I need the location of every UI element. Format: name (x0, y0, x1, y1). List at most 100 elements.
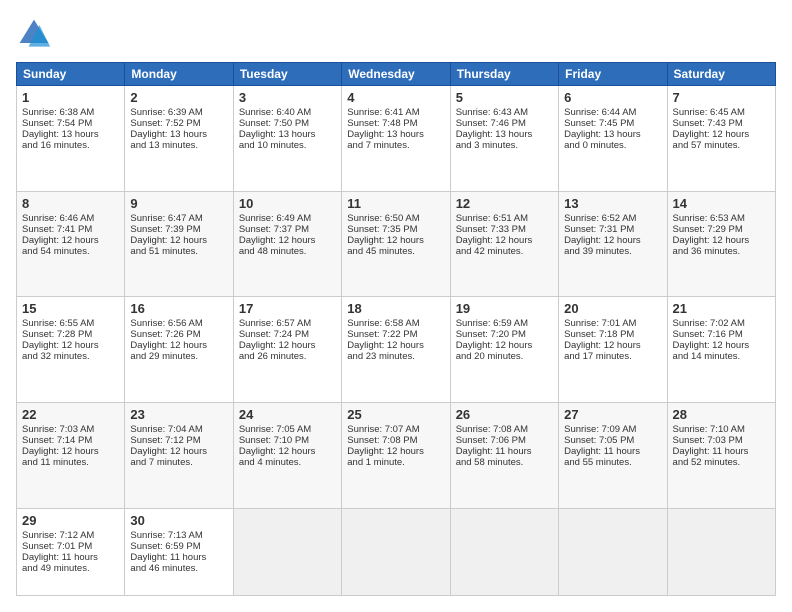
day-info-line: Sunset: 7:31 PM (564, 224, 661, 235)
day-info-line: Sunset: 7:14 PM (22, 435, 119, 446)
day-info-line: Sunrise: 7:02 AM (673, 318, 770, 329)
day-info-line: Sunset: 7:08 PM (347, 435, 444, 446)
day-number: 18 (347, 301, 444, 316)
day-number: 20 (564, 301, 661, 316)
calendar-cell: 17Sunrise: 6:57 AMSunset: 7:24 PMDayligh… (233, 297, 341, 403)
day-info-line: Sunset: 7:48 PM (347, 118, 444, 129)
day-number: 24 (239, 407, 336, 422)
day-info-line: Sunset: 7:12 PM (130, 435, 227, 446)
calendar-cell: 29Sunrise: 7:12 AMSunset: 7:01 PMDayligh… (17, 508, 125, 595)
day-info-line: Sunrise: 6:50 AM (347, 213, 444, 224)
day-info-line: and 48 minutes. (239, 246, 336, 257)
calendar-cell: 14Sunrise: 6:53 AMSunset: 7:29 PMDayligh… (667, 191, 775, 297)
day-info-line: Daylight: 12 hours (564, 340, 661, 351)
day-info-line: and 54 minutes. (22, 246, 119, 257)
day-number: 28 (673, 407, 770, 422)
day-info-line: Sunset: 7:24 PM (239, 329, 336, 340)
day-info-line: Daylight: 12 hours (22, 446, 119, 457)
day-info-line: Sunset: 7:39 PM (130, 224, 227, 235)
day-number: 12 (456, 196, 553, 211)
calendar-cell (667, 508, 775, 595)
day-info-line: and 58 minutes. (456, 457, 553, 468)
calendar-cell: 19Sunrise: 6:59 AMSunset: 7:20 PMDayligh… (450, 297, 558, 403)
calendar-table: SundayMondayTuesdayWednesdayThursdayFrid… (16, 62, 776, 596)
day-info-line: Sunset: 7:41 PM (22, 224, 119, 235)
day-info-line: Sunset: 7:05 PM (564, 435, 661, 446)
day-info-line: Daylight: 12 hours (239, 340, 336, 351)
calendar-cell: 30Sunrise: 7:13 AMSunset: 6:59 PMDayligh… (125, 508, 233, 595)
day-info-line: Sunset: 7:45 PM (564, 118, 661, 129)
day-info-line: and 29 minutes. (130, 351, 227, 362)
day-info-line: Daylight: 12 hours (456, 340, 553, 351)
day-info-line: and 46 minutes. (130, 563, 227, 574)
day-info-line: Daylight: 11 hours (456, 446, 553, 457)
day-number: 11 (347, 196, 444, 211)
calendar-cell (559, 508, 667, 595)
day-info-line: Daylight: 13 hours (22, 129, 119, 140)
calendar-cell: 22Sunrise: 7:03 AMSunset: 7:14 PMDayligh… (17, 403, 125, 509)
calendar-cell: 1 Sunrise: 6:38 AMSunset: 7:54 PMDaylight… (17, 86, 125, 192)
day-info-line: Sunset: 7:50 PM (239, 118, 336, 129)
calendar-cell: 24Sunrise: 7:05 AMSunset: 7:10 PMDayligh… (233, 403, 341, 509)
day-info-line: Sunrise: 6:43 AM (456, 107, 553, 118)
day-info-line: Daylight: 12 hours (239, 235, 336, 246)
calendar-cell (450, 508, 558, 595)
day-info-line: Sunset: 7:54 PM (22, 118, 119, 129)
day-info-line: Daylight: 12 hours (347, 235, 444, 246)
day-info-line: Daylight: 11 hours (22, 552, 119, 563)
calendar-cell: 18Sunrise: 6:58 AMSunset: 7:22 PMDayligh… (342, 297, 450, 403)
day-number: 13 (564, 196, 661, 211)
day-info-line: Sunset: 7:18 PM (564, 329, 661, 340)
day-info-line: and 14 minutes. (673, 351, 770, 362)
calendar-cell: 9Sunrise: 6:47 AMSunset: 7:39 PMDaylight… (125, 191, 233, 297)
calendar-week-row: 22Sunrise: 7:03 AMSunset: 7:14 PMDayligh… (17, 403, 776, 509)
day-info-line: Sunrise: 6:46 AM (22, 213, 119, 224)
day-info-line: Sunrise: 6:45 AM (673, 107, 770, 118)
header (16, 16, 776, 52)
day-info-line: Sunset: 7:43 PM (673, 118, 770, 129)
day-info-line: Sunrise: 7:12 AM (22, 530, 119, 541)
day-number: 10 (239, 196, 336, 211)
day-number: 5 (456, 90, 553, 105)
day-number: 3 (239, 90, 336, 105)
day-number: 30 (130, 513, 227, 528)
day-info-line: and 49 minutes. (22, 563, 119, 574)
day-info-line: Sunrise: 6:40 AM (239, 107, 336, 118)
day-info-line: Daylight: 12 hours (673, 129, 770, 140)
day-info-line: and 32 minutes. (22, 351, 119, 362)
day-number: 25 (347, 407, 444, 422)
day-number: 21 (673, 301, 770, 316)
day-info-line: Sunset: 7:10 PM (239, 435, 336, 446)
day-info-line: Daylight: 11 hours (673, 446, 770, 457)
calendar-week-row: 15Sunrise: 6:55 AMSunset: 7:28 PMDayligh… (17, 297, 776, 403)
day-info-line: and 17 minutes. (564, 351, 661, 362)
calendar-cell: 2Sunrise: 6:39 AMSunset: 7:52 PMDaylight… (125, 86, 233, 192)
calendar-week-row: 29Sunrise: 7:12 AMSunset: 7:01 PMDayligh… (17, 508, 776, 595)
day-info-line: Sunrise: 7:07 AM (347, 424, 444, 435)
day-info-line: Sunset: 7:28 PM (22, 329, 119, 340)
day-number: 14 (673, 196, 770, 211)
day-info-line: Sunrise: 6:56 AM (130, 318, 227, 329)
day-number: 1 (22, 90, 119, 105)
day-info-line: Sunrise: 7:08 AM (456, 424, 553, 435)
day-info-line: Sunrise: 6:52 AM (564, 213, 661, 224)
day-info-line: Sunset: 6:59 PM (130, 541, 227, 552)
day-info-line: Sunset: 7:06 PM (456, 435, 553, 446)
day-info-line: Daylight: 13 hours (456, 129, 553, 140)
day-info-line: and 39 minutes. (564, 246, 661, 257)
day-info-line: Sunrise: 6:55 AM (22, 318, 119, 329)
day-info-line: and 52 minutes. (673, 457, 770, 468)
day-number: 26 (456, 407, 553, 422)
day-info-line: and 7 minutes. (347, 140, 444, 151)
day-info-line: and 20 minutes. (456, 351, 553, 362)
day-info-line: Sunrise: 6:39 AM (130, 107, 227, 118)
calendar-cell: 8Sunrise: 6:46 AMSunset: 7:41 PMDaylight… (17, 191, 125, 297)
day-info-line: Sunrise: 6:38 AM (22, 107, 119, 118)
day-info-line: Daylight: 11 hours (564, 446, 661, 457)
day-info-line: Sunrise: 6:57 AM (239, 318, 336, 329)
calendar-cell: 7Sunrise: 6:45 AMSunset: 7:43 PMDaylight… (667, 86, 775, 192)
day-number: 9 (130, 196, 227, 211)
day-info-line: and 23 minutes. (347, 351, 444, 362)
day-info-line: Daylight: 12 hours (22, 235, 119, 246)
calendar-header-friday: Friday (559, 63, 667, 86)
